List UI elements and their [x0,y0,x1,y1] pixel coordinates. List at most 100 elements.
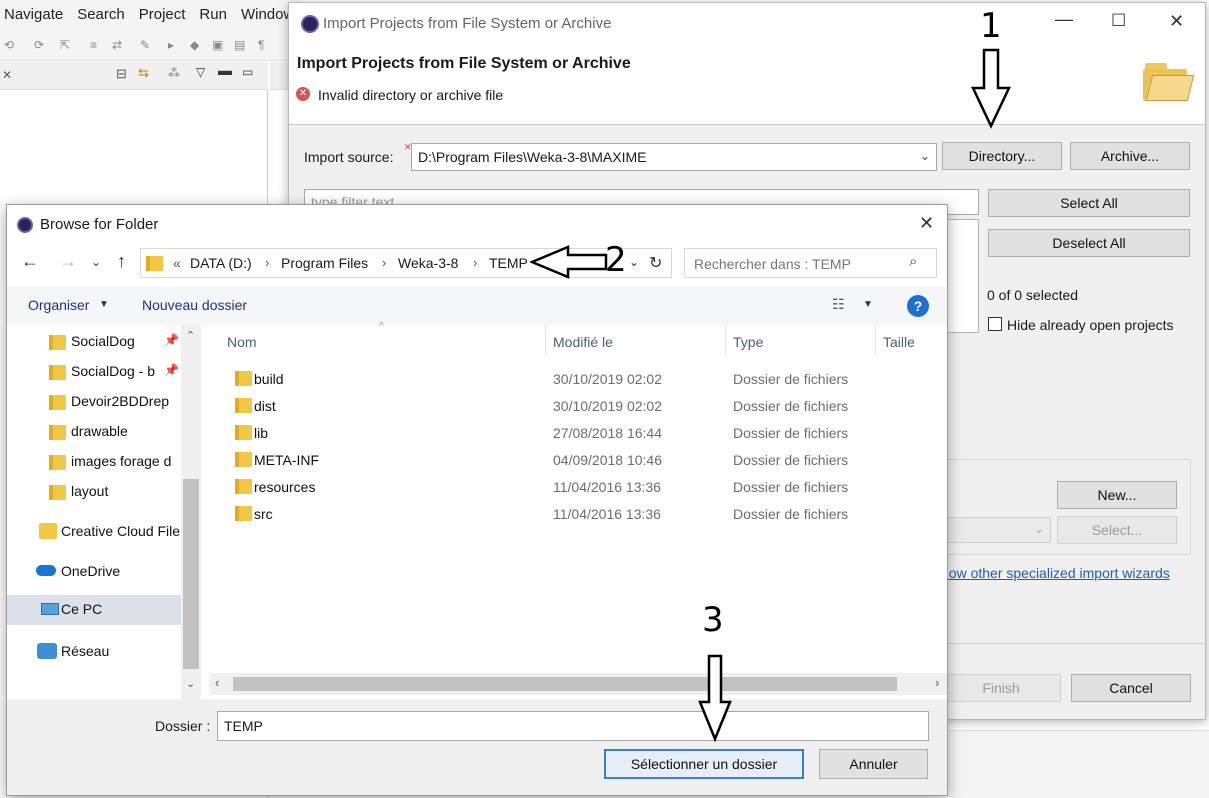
pilcrow-icon[interactable]: ¶ [258,38,272,52]
select-button[interactable]: Select... [1057,516,1177,544]
table-row[interactable]: resources 11/04/2016 13:36 Dossier de fi… [209,473,929,500]
tree-item-images[interactable]: images forage d [71,453,181,469]
chevron-right-icon[interactable]: › [473,255,477,270]
tree-item-drawable[interactable]: drawable [71,423,128,439]
toolbar-icon[interactable]: ⇄ [112,38,126,52]
specialized-wizards-link[interactable]: now other specialized import wizards [941,565,1170,581]
toolbar-icon[interactable]: ▣ [212,38,226,52]
breadcrumb-program-files[interactable]: Program Files [281,255,368,271]
column-name[interactable]: Nom [227,334,257,350]
annuler-button[interactable]: Annuler [819,749,928,779]
horizontal-scrollbar[interactable]: ‹ › [209,673,947,695]
table-row[interactable]: lib 27/08/2018 16:44 Dossier de fichiers [209,419,929,446]
column-divider[interactable] [875,325,876,355]
chevron-right-icon[interactable]: › [265,255,269,270]
menu-run[interactable]: Run [199,6,227,23]
deselect-all-button[interactable]: Deselect All [988,229,1190,257]
toolbar-icon[interactable]: ⟳ [34,38,48,52]
filter-icon[interactable]: ⁂ [168,66,180,80]
chevron-down-icon[interactable]: ⌄ [91,255,101,269]
view-list-icon[interactable]: ☷ [832,296,845,313]
scroll-down-icon[interactable]: ⌄ [186,677,195,690]
table-row[interactable]: dist 30/10/2019 02:02 Dossier de fichier… [209,392,929,419]
collapse-all-icon[interactable]: ⊟ [116,66,127,82]
directory-button[interactable]: Directory... [942,142,1062,170]
column-type[interactable]: Type [733,334,763,350]
search-input[interactable]: Rechercher dans : TEMP [694,256,851,272]
tree-scrollbar[interactable]: ⌃ ⌄ [181,325,201,699]
tree-item-creative-cloud[interactable]: Creative Cloud File [61,523,181,539]
folder-icon [235,425,252,440]
chevron-down-icon[interactable]: ⌄ [1034,522,1044,536]
pin-icon[interactable]: 📌 [164,333,179,347]
link-editor-icon[interactable]: ⇆ [138,65,149,81]
import-source-combo[interactable]: D:\Program Files\Weka-3-8\MAXIME ⌄ [411,143,937,171]
chevron-down-icon[interactable]: ⌄ [920,149,930,163]
view-menu-icon[interactable]: ▽ [196,65,205,79]
search-icon[interactable]: ⌕ [909,253,917,270]
scroll-up-icon[interactable]: ⌃ [186,329,195,342]
menu-navigate[interactable]: Navigate [4,6,63,23]
tree-item-ce-pc-row[interactable]: Ce PC [7,595,181,625]
column-divider[interactable] [545,325,546,355]
breadcrumb-temp[interactable]: TEMP [489,255,528,271]
maximize-icon[interactable]: ▭ [242,65,253,79]
toolbar-icon[interactable]: ▸ [168,38,182,52]
organise-button[interactable]: Organiser [28,297,89,313]
cancel-button[interactable]: Cancel [1071,674,1191,702]
hide-open-checkbox[interactable] [988,317,1002,331]
pin-icon[interactable]: 📌 [164,363,179,377]
tree-item-onedrive[interactable]: OneDrive [61,563,120,579]
forward-arrow-icon[interactable]: → [59,251,77,272]
refresh-icon[interactable]: ↻ [649,253,662,273]
file-type: Dossier de fichiers [733,425,849,441]
finish-button[interactable]: Finish [941,674,1061,702]
toolbar-icon[interactable]: ◆ [190,38,204,52]
toolbar-icon[interactable]: ≡ [90,38,104,52]
up-arrow-icon[interactable]: ↑ [117,251,126,272]
help-icon[interactable]: ? [907,295,929,317]
tree-item-layout[interactable]: layout [71,483,108,499]
scrollbar-thumb[interactable] [233,677,897,691]
tree-item-socialdog-b[interactable]: SocialDog - b [71,363,163,379]
menu-window[interactable]: Window [241,6,294,23]
column-size[interactable]: Taille [883,334,915,350]
close-icon[interactable]: ✕ [919,213,934,234]
search-box[interactable]: Rechercher dans : TEMP ⌕ [684,248,937,278]
scrollbar-thumb[interactable] [183,479,199,669]
toolbar-icon[interactable]: ✎ [140,38,154,52]
chevron-right-icon[interactable]: › [382,255,386,270]
select-folder-button[interactable]: Sélectionner un dossier [604,749,804,779]
column-divider[interactable] [725,325,726,355]
new-folder-button[interactable]: Nouveau dossier [142,297,247,313]
toolbar-icon[interactable]: ▤ [234,38,248,52]
caret-down-icon[interactable]: ▼ [99,299,109,310]
close-icon[interactable]: ✕ [2,68,12,82]
menu-search[interactable]: Search [77,6,125,23]
table-row[interactable]: build 30/10/2019 02:02 Dossier de fichie… [209,365,929,392]
tree-item-devoir[interactable]: Devoir2BDDrep [71,393,181,409]
toolbar-icon[interactable]: ⇱ [60,38,74,52]
column-modified[interactable]: Modifié le [553,334,613,350]
breadcrumb-drive[interactable]: DATA (D:) [190,255,252,271]
minimize-icon[interactable]: — [1055,9,1073,30]
select-all-button[interactable]: Select All [988,189,1190,217]
caret-down-icon[interactable]: ▼ [863,299,873,310]
menu-project[interactable]: Project [139,6,186,23]
breadcrumb-weka[interactable]: Weka-3-8 [398,255,458,271]
new-button[interactable]: New... [1057,481,1177,509]
minimize-icon[interactable]: ▬ [218,62,232,78]
maximize-icon[interactable]: ☐ [1111,11,1126,31]
tree-item-socialdog[interactable]: SocialDog [71,333,135,349]
scroll-left-icon[interactable]: ‹ [215,675,219,690]
chevron-down-icon[interactable]: ⌄ [629,255,639,269]
table-row[interactable]: src 11/04/2016 13:36 Dossier de fichiers [209,500,929,527]
table-row[interactable]: META-INF 04/09/2018 10:46 Dossier de fic… [209,446,929,473]
archive-button[interactable]: Archive... [1070,142,1190,170]
scroll-right-icon[interactable]: › [935,675,939,690]
toolbar-icon[interactable]: ⟲ [4,38,18,52]
tree-item-reseau[interactable]: Réseau [61,643,109,659]
back-arrow-icon[interactable]: ← [21,251,39,272]
close-icon[interactable]: ✕ [1169,11,1184,32]
folder-input[interactable]: TEMP [217,711,929,741]
